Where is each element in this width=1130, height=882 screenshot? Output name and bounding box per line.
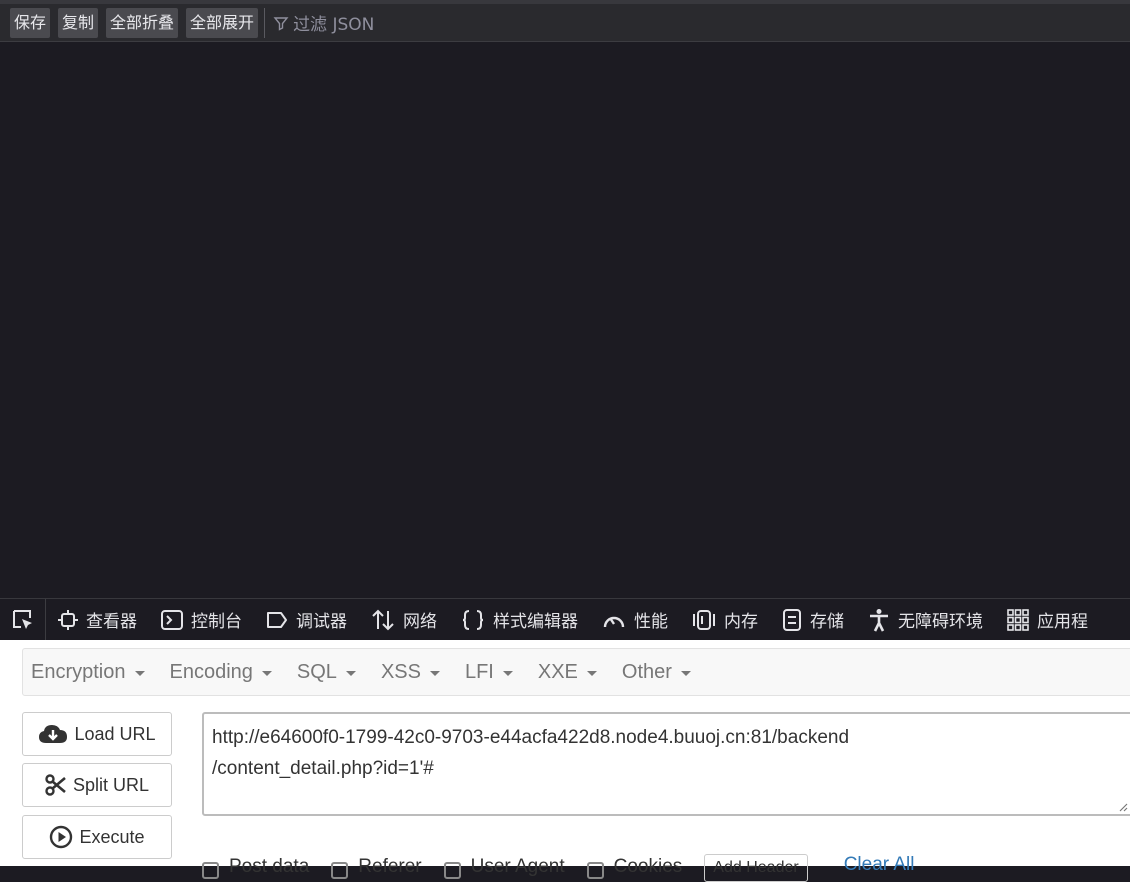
debugger-icon (267, 611, 287, 628)
split-url-button[interactable]: Split URL (22, 763, 172, 807)
tab-application[interactable]: 应用程 (995, 599, 1100, 640)
menu-lfi[interactable]: LFI (457, 661, 521, 684)
resize-grip-icon[interactable] (1118, 802, 1128, 812)
filter-placeholder: 过滤 JSON (293, 15, 375, 35)
execute-button[interactable]: Execute (22, 815, 172, 859)
menu-other[interactable]: Other (614, 661, 699, 684)
style-editor-icon (462, 609, 484, 630)
copy-button[interactable]: 复制 (58, 7, 99, 38)
menu-label: Other (621, 660, 672, 683)
collapse-all-button[interactable]: 全部折叠 (106, 7, 179, 38)
split-url-label: Split URL (72, 774, 150, 795)
tab-label: 无障碍环境 (898, 612, 983, 632)
menu-label: LFI (464, 660, 494, 683)
menu-sql[interactable]: SQL (289, 661, 364, 684)
tab-storage[interactable]: 存储 (770, 599, 856, 640)
caret-down-icon (586, 670, 597, 676)
filter-json-input[interactable]: 过滤 JSON (273, 10, 374, 35)
performance-icon (603, 616, 625, 627)
json-viewer-toolbar: 保存 复制 全部折叠 全部展开 过滤 JSON (0, 0, 1130, 42)
option-label: Cookies (613, 855, 683, 877)
request-options: Post data Referer User Agent Cookies Add… (202, 854, 915, 882)
menu-encryption[interactable]: Encryption (23, 661, 153, 684)
tab-label: 控制台 (191, 612, 242, 632)
tab-performance[interactable]: 性能 (590, 599, 680, 640)
console-icon (161, 609, 183, 630)
tab-label: 性能 (634, 612, 668, 632)
menu-label: Encoding (169, 660, 253, 683)
tab-label: 样式编辑器 (493, 612, 578, 632)
add-header-button[interactable]: Add Header (704, 854, 808, 882)
load-url-label: Load URL (74, 723, 156, 744)
caret-down-icon (345, 670, 356, 676)
option-label: Post data (229, 855, 310, 877)
tab-label: 存储 (810, 612, 844, 632)
devtools-tabbar: 查看器 控制台 调试器 网络 样式编辑器 性能 内存 存储 无障碍环境 应用程 (0, 598, 1130, 640)
memory-icon (693, 609, 715, 630)
inspector-icon (58, 609, 78, 630)
application-icon (1007, 608, 1029, 631)
menu-label: XSS (380, 660, 421, 683)
tab-memory[interactable]: 内存 (680, 599, 770, 640)
scissors-icon (45, 774, 66, 796)
json-content-area (0, 42, 1130, 598)
user-agent-option[interactable]: User Agent (443, 854, 565, 879)
tab-label: 网络 (403, 612, 437, 632)
menu-xxe[interactable]: XXE (530, 661, 605, 684)
tab-inspector[interactable]: 查看器 (46, 599, 149, 640)
save-button[interactable]: 保存 (10, 7, 51, 38)
menu-label: SQL (296, 660, 337, 683)
tab-label: 调试器 (296, 612, 347, 632)
tab-debugger[interactable]: 调试器 (254, 599, 359, 640)
referer-option[interactable]: Referer (331, 854, 422, 879)
caret-down-icon (502, 670, 513, 676)
menu-encoding[interactable]: Encoding (162, 661, 280, 684)
checkbox[interactable] (202, 862, 219, 879)
hackbar-menu: Encryption Encoding SQL XSS LFI XXE Othe… (22, 648, 1130, 696)
play-circle-icon (50, 825, 73, 849)
menu-xss[interactable]: XSS (373, 661, 448, 684)
tab-network[interactable]: 网络 (359, 599, 449, 640)
menu-label: XXE (537, 660, 578, 683)
execute-label: Execute (79, 826, 145, 847)
cookies-option[interactable]: Cookies (586, 854, 683, 879)
expand-all-button[interactable]: 全部展开 (186, 7, 259, 38)
caret-down-icon (261, 670, 272, 676)
tab-console[interactable]: 控制台 (149, 599, 254, 640)
element-picker-icon (12, 609, 32, 629)
url-textarea[interactable]: http://e64600f0-1799-42c0-9703-e44acfa42… (202, 712, 1130, 816)
menu-label: Encryption (31, 660, 126, 683)
load-url-button[interactable]: Load URL (22, 712, 172, 756)
element-picker-button[interactable] (0, 599, 46, 640)
tab-style-editor[interactable]: 样式编辑器 (449, 599, 590, 640)
storage-icon (783, 608, 801, 631)
hackbar-panel: Encryption Encoding SQL XSS LFI XXE Othe… (0, 640, 1130, 882)
tab-label: 应用程 (1037, 612, 1088, 632)
clear-all-link[interactable]: Clear All (844, 854, 915, 876)
option-label: Referer (358, 855, 422, 877)
checkbox[interactable] (331, 862, 349, 879)
cloud-download-icon (39, 725, 68, 743)
checkbox[interactable] (586, 862, 604, 879)
post-data-option[interactable]: Post data (202, 854, 309, 879)
tab-accessibility[interactable]: 无障碍环境 (856, 599, 995, 640)
tab-label: 查看器 (86, 612, 137, 632)
network-icon (372, 609, 394, 630)
option-label: User Agent (470, 855, 565, 877)
toolbar-divider (264, 7, 266, 38)
caret-down-icon (429, 670, 440, 676)
tab-label: 内存 (724, 612, 758, 632)
caret-down-icon (680, 670, 691, 676)
filter-icon (273, 16, 289, 31)
caret-down-icon (134, 670, 145, 676)
checkbox[interactable] (443, 862, 461, 879)
accessibility-icon (870, 608, 888, 632)
